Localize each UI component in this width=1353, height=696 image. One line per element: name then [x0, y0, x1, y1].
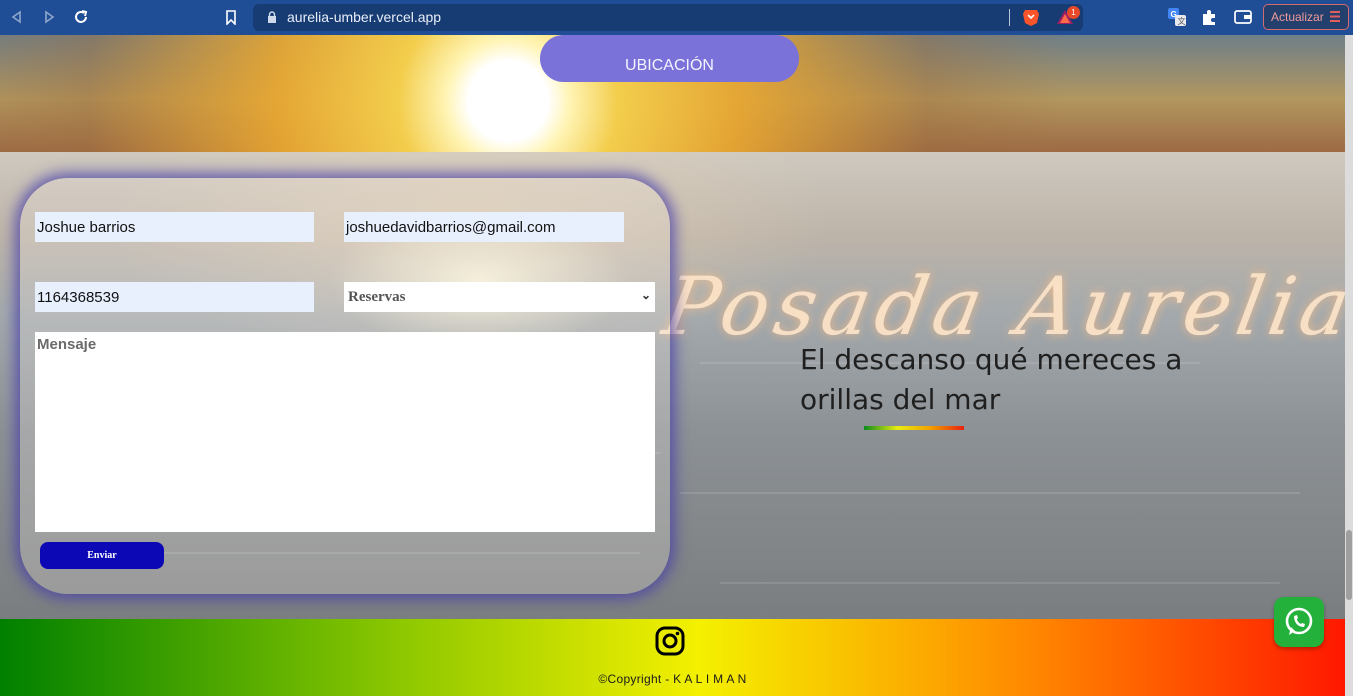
reload-icon[interactable] [70, 6, 92, 28]
translate-icon[interactable]: G文 [1168, 8, 1186, 31]
lock-icon [267, 11, 277, 29]
brave-shields-icon[interactable] [1022, 8, 1040, 32]
name-input[interactable]: Joshue barrios [35, 212, 314, 242]
rewards-badge: 1 [1067, 6, 1080, 19]
page-viewport: UBICACIÓN Posada Aurelia El descanso qué… [0, 35, 1345, 696]
url-text: aurelia-umber.vercel.app [287, 9, 442, 25]
address-bar[interactable]: aurelia-umber.vercel.app 1 [253, 4, 1083, 31]
whatsapp-button[interactable] [1274, 597, 1324, 647]
tagline-underline [864, 426, 964, 430]
message-textarea[interactable]: Mensaje [35, 332, 655, 532]
svg-text:文: 文 [1178, 16, 1186, 26]
submit-button[interactable]: Enviar [40, 542, 164, 569]
chevron-down-icon: ⌄ [640, 288, 651, 302]
browser-toolbar: aurelia-umber.vercel.app 1 G文 Actualizar [0, 0, 1353, 35]
scrollbar-thumb[interactable] [1346, 530, 1352, 600]
bookmark-icon[interactable] [220, 6, 242, 28]
address-bar-divider [1009, 9, 1010, 26]
whatsapp-icon [1283, 606, 1315, 643]
email-input[interactable]: joshuedavidbarrios@gmail.com [344, 212, 624, 242]
page-scrollbar[interactable] [1345, 35, 1353, 696]
phone-input[interactable]: 1164368539 [35, 282, 314, 312]
wallet-icon[interactable] [1234, 9, 1252, 29]
copyright-text: ©Copyright - K A L I M A N [598, 672, 747, 686]
subject-select[interactable]: Reservas ⌄ [344, 282, 655, 312]
back-icon[interactable] [6, 6, 28, 28]
menu-icon [1330, 10, 1340, 26]
footer: ©Copyright - K A L I M A N [0, 619, 1345, 696]
message-placeholder: Mensaje [37, 336, 97, 353]
hero-tagline: El descanso qué mereces a orillas del ma… [800, 343, 1183, 416]
update-button[interactable]: Actualizar [1263, 4, 1349, 30]
forward-icon[interactable] [38, 6, 60, 28]
update-label: Actualizar [1271, 10, 1324, 24]
subject-selected-value: Reservas [348, 289, 406, 305]
instagram-icon[interactable] [655, 626, 685, 656]
location-button[interactable]: UBICACIÓN [540, 35, 799, 82]
extensions-icon[interactable] [1200, 8, 1218, 31]
